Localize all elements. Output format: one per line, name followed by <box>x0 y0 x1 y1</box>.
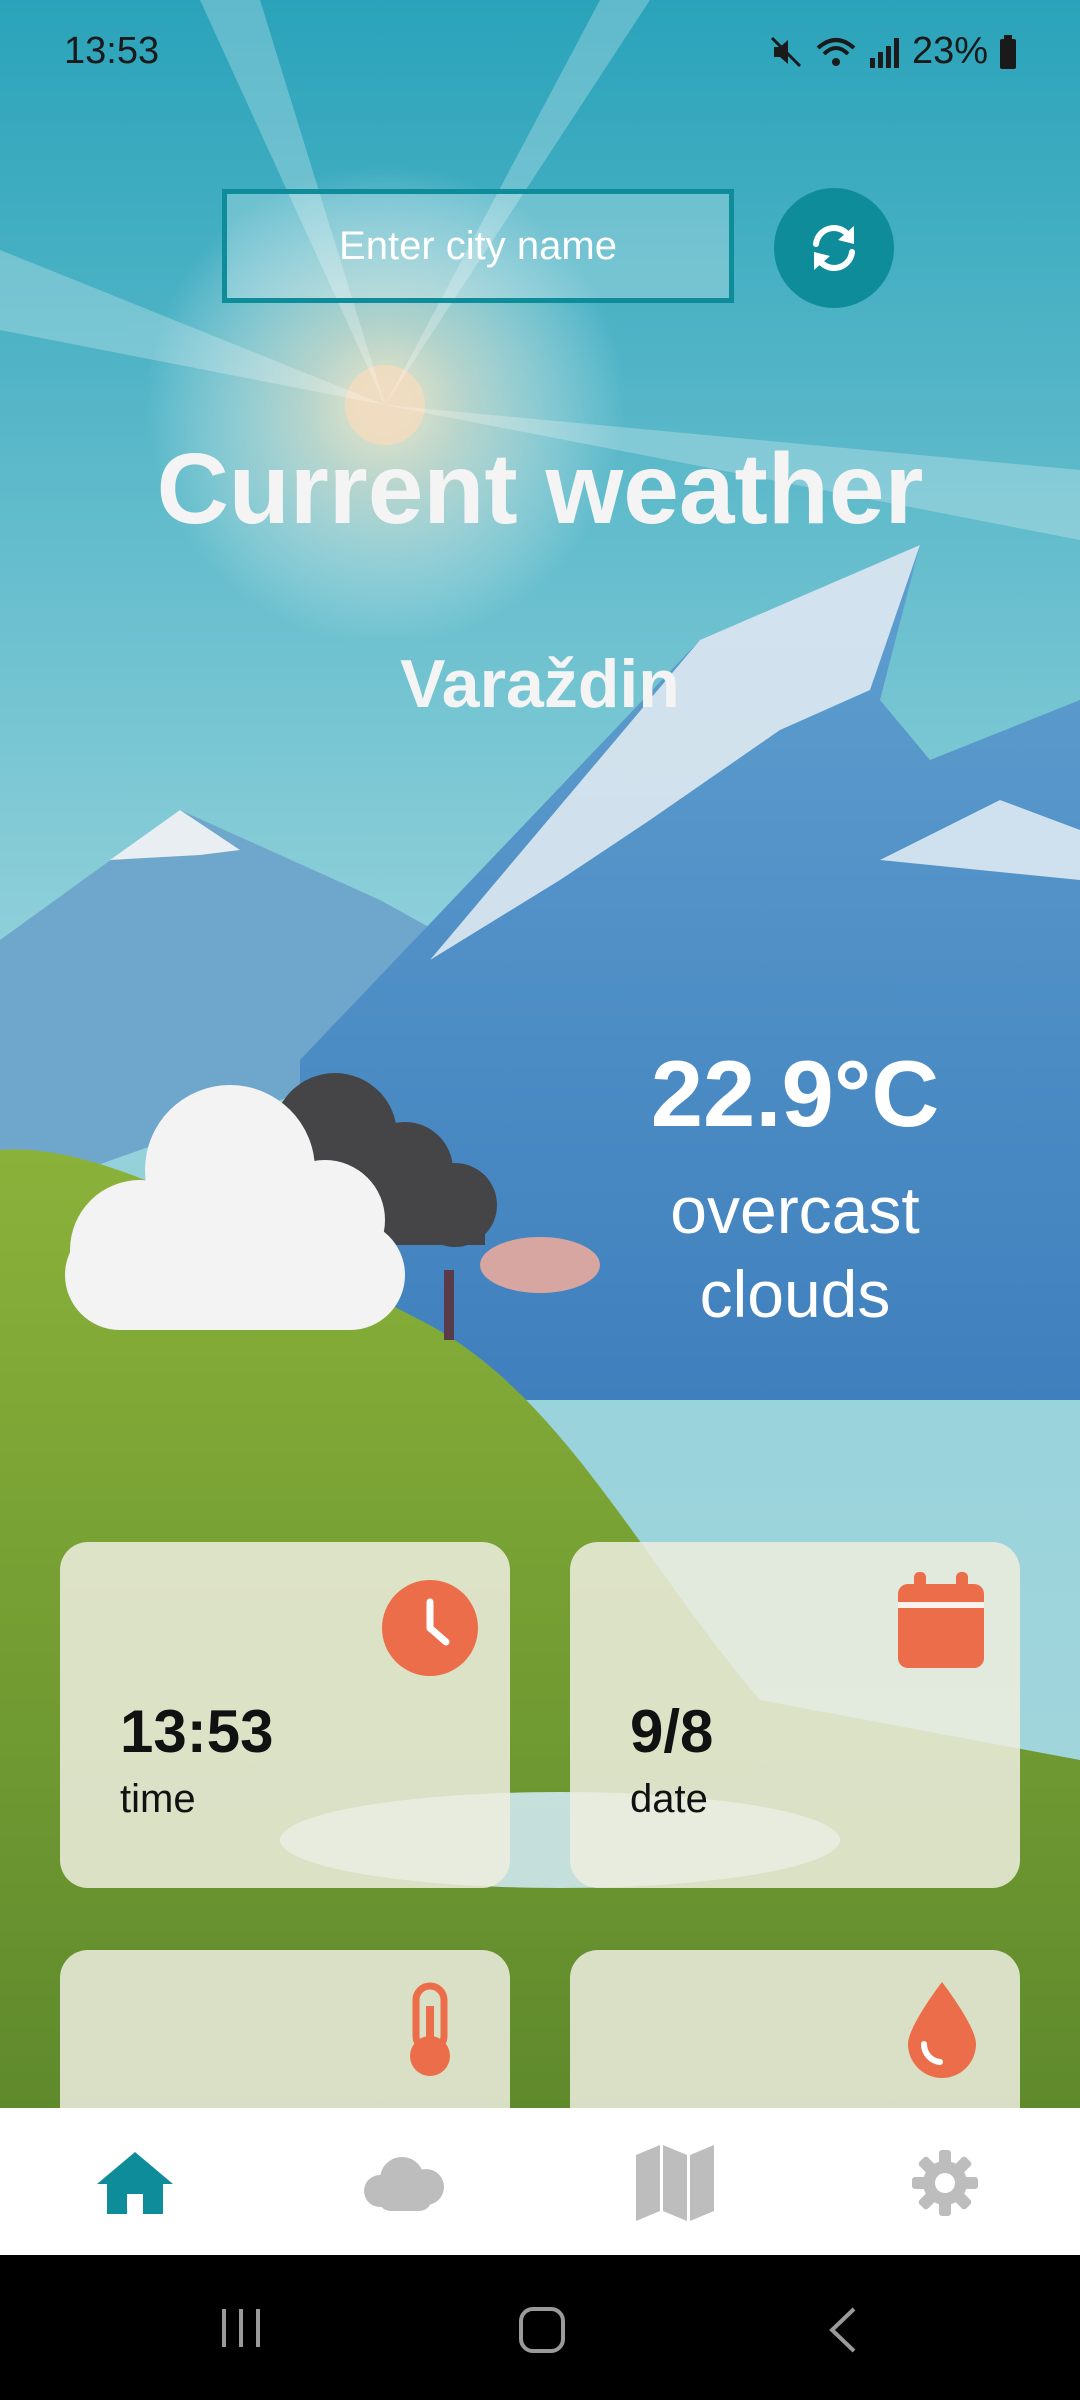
refresh-button[interactable] <box>774 188 894 308</box>
nav-home[interactable] <box>90 2138 180 2228</box>
water-drop-icon <box>908 1982 976 2078</box>
overcast-clouds-icon <box>65 1073 497 1330</box>
home-icon <box>97 2152 173 2214</box>
nav-forecast[interactable] <box>360 2138 450 2228</box>
cloud-icon <box>364 2157 444 2211</box>
status-bar: 13:53 23% <box>0 0 1080 100</box>
weather-condition: overcast clouds <box>600 1168 990 1336</box>
signal-icon <box>869 37 899 68</box>
back-icon[interactable] <box>826 2305 860 2355</box>
city-search-input[interactable] <box>222 189 734 303</box>
nav-map[interactable] <box>630 2138 720 2228</box>
nav-settings[interactable] <box>900 2138 990 2228</box>
city-name: Varaždin <box>400 646 680 722</box>
recent-apps-icon[interactable] <box>218 2305 264 2351</box>
gear-icon <box>912 2150 978 2216</box>
battery-icon <box>1000 34 1016 69</box>
system-navigation-bar <box>0 2255 1080 2400</box>
condition-line-2: clouds <box>699 1257 891 1331</box>
date-card[interactable]: 9/8 date <box>570 1542 1020 1888</box>
wifi-icon <box>816 37 856 66</box>
bottom-navigation <box>0 2108 1080 2255</box>
time-label: time <box>120 1777 196 1821</box>
temperature: 22.9°C <box>650 1041 940 1146</box>
time-value: 13:53 <box>120 1698 274 1765</box>
mute-icon <box>770 36 801 67</box>
clock-icon <box>382 1580 478 1676</box>
condition-line-1: overcast <box>670 1173 920 1247</box>
status-icons: 23% <box>768 30 1018 73</box>
date-value: 9/8 <box>630 1698 714 1765</box>
home-button-icon[interactable] <box>517 2305 567 2355</box>
thermometer-icon <box>410 1982 450 2076</box>
calendar-icon <box>898 1572 984 1668</box>
refresh-icon <box>813 225 855 271</box>
date-label: date <box>630 1777 708 1821</box>
battery-percent: 23% <box>911 30 988 72</box>
time-card[interactable]: 13:53 time <box>60 1542 510 1888</box>
status-time: 13:53 <box>64 30 160 72</box>
map-icon <box>636 2145 714 2221</box>
page-title: Current weather <box>156 433 924 545</box>
